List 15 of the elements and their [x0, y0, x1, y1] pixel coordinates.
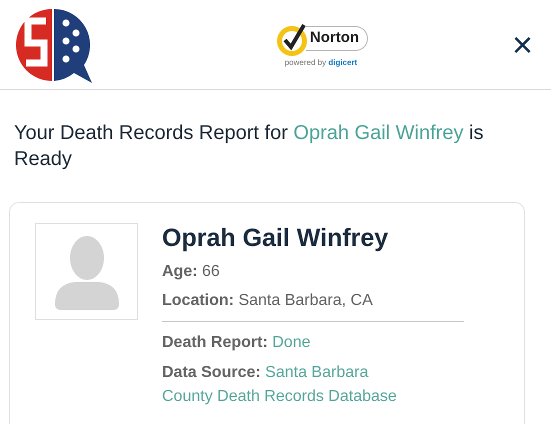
field-value: Done	[272, 334, 310, 352]
field-value: County Death Records Database	[162, 386, 398, 406]
seal-tagline: powered by digicert	[284, 56, 358, 68]
person-name: Oprah Gail Winfrey	[162, 223, 390, 253]
field-label: Data Source:	[162, 364, 261, 381]
field-value: 66	[202, 263, 220, 280]
seal-brand: Norton	[306, 26, 368, 51]
field-label: Age:	[162, 263, 198, 280]
report-heading: Your Death Records Report for Oprah Gail Winfrey is Ready	[13, 121, 484, 172]
field-value: Santa Barbara, CA	[238, 292, 373, 310]
field-value: Santa Barbara	[265, 364, 368, 381]
close-button[interactable]: ×	[508, 26, 537, 62]
field-label: Location:	[162, 292, 234, 310]
person-icon	[52, 234, 120, 310]
field-label: Death Report:	[162, 334, 268, 352]
